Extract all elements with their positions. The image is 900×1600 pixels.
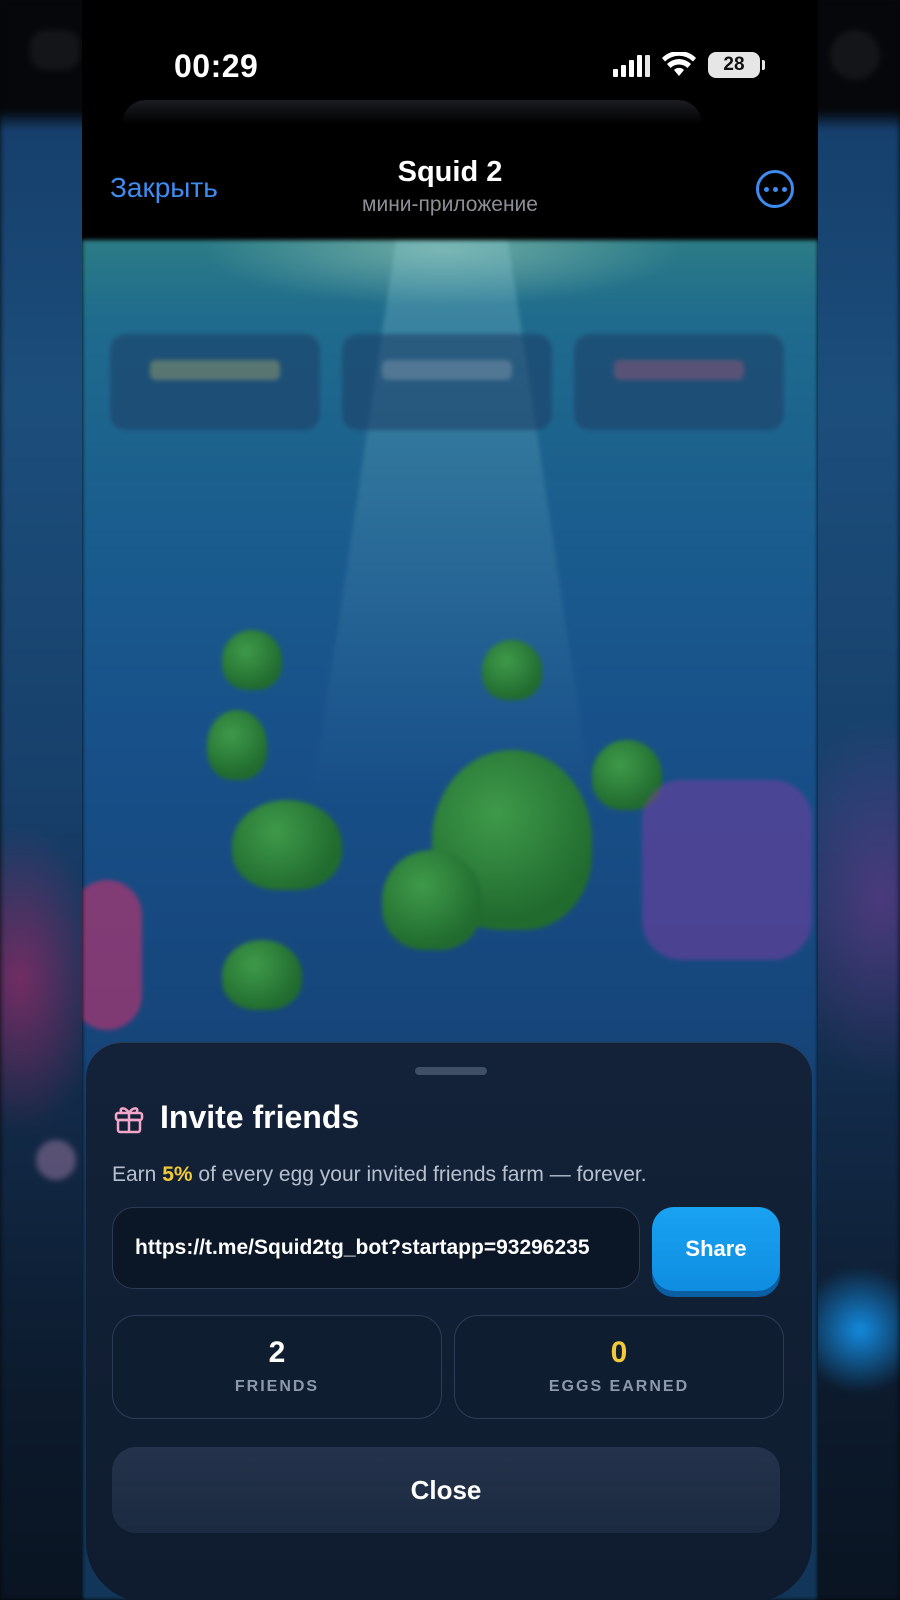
sheet-grabber[interactable]	[415, 1067, 487, 1075]
more-dots-icon[interactable]	[756, 170, 794, 208]
invite-friends-sheet: Invite friends Earn 5% of every egg your…	[86, 1042, 812, 1600]
app-title: Squid 2	[397, 156, 503, 188]
sheet-description: Earn 5% of every egg your invited friend…	[112, 1163, 647, 1186]
light-rays	[312, 240, 592, 800]
coral	[82, 880, 142, 1030]
mini-app-header: Закрыть Squid 2 мини-приложение	[82, 128, 818, 240]
squid-small	[382, 850, 482, 950]
squid-small	[222, 630, 282, 690]
title-block: Squid 2 мини-приложение	[82, 156, 818, 217]
friends-count: 2	[268, 1336, 286, 1369]
background-ghost	[830, 30, 880, 80]
reward-percent: 5%	[162, 1163, 193, 1186]
eggs-earned-label: EGGS EARNED	[548, 1378, 690, 1395]
referral-link-text: https://t.me/Squid2tg_bot?startapp=93296…	[135, 1236, 590, 1259]
eggs-earned-stat-card: 0 EGGS EARNED	[454, 1315, 784, 1419]
wifi-icon	[662, 52, 696, 76]
squid-small	[207, 710, 267, 780]
friends-stat-card: 2 FRIENDS	[112, 1315, 442, 1419]
referral-link-field[interactable]: https://t.me/Squid2tg_bot?startapp=93296…	[112, 1207, 640, 1289]
gift-icon	[114, 1106, 144, 1133]
blurred-stat-card	[574, 334, 784, 430]
coral	[642, 780, 812, 960]
phone-frame: 00:29 28 Закрыть Squid 2 мини-приложение	[82, 0, 818, 1600]
battery-icon: 28	[708, 52, 765, 78]
squid-small	[222, 940, 302, 1010]
blurred-stat-card	[110, 334, 320, 430]
status-time: 00:29	[174, 48, 259, 84]
app-subtitle: мини-приложение	[362, 193, 538, 216]
squid-small	[232, 800, 342, 890]
screen: 00:29 28 Закрыть Squid 2 мини-приложение	[0, 0, 900, 1600]
eggs-earned-count: 0	[610, 1336, 628, 1369]
close-button[interactable]: Close	[112, 1447, 780, 1533]
sheet-header: Invite friends	[112, 1099, 359, 1136]
friends-label: FRIENDS	[234, 1378, 320, 1395]
blurred-stat-card	[342, 334, 552, 430]
share-button[interactable]: Share	[652, 1207, 780, 1291]
background-ghost	[36, 1140, 76, 1180]
squid-small	[482, 640, 542, 700]
sheet-title: Invite friends	[160, 1099, 360, 1135]
signal-icon	[613, 53, 650, 77]
notch-shadow	[122, 100, 702, 124]
background-ghost	[30, 30, 80, 70]
status-icons: 28	[613, 52, 765, 78]
